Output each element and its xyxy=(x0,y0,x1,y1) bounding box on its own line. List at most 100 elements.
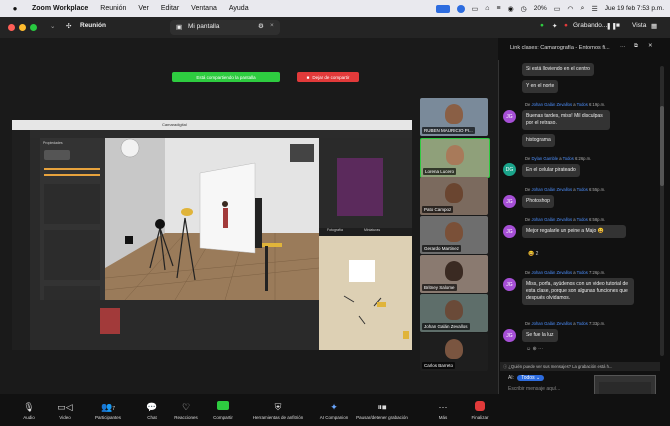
more-options-icon[interactable]: ··· xyxy=(620,44,626,50)
chevron-down-icon[interactable]: ⌄ xyxy=(50,22,55,30)
video-label: Video xyxy=(59,414,71,420)
close-window-button[interactable] xyxy=(8,24,15,31)
chat-scroll-thumb[interactable] xyxy=(660,106,664,186)
close-chat-icon[interactable]: ✕ xyxy=(648,43,653,49)
recipient-name: Todos xyxy=(576,270,588,275)
participant-name: Gerardo Martinez xyxy=(422,245,462,252)
stop-share-button[interactable]: ■ Dejar de compartir xyxy=(297,72,359,82)
recipient-name: Todos xyxy=(576,321,588,326)
message-time: 6:55p.m. xyxy=(589,187,606,192)
macos-menubar: ● Zoom Workplace Reunión Ver Editar Vent… xyxy=(0,0,670,17)
shared-screen[interactable]: Camaradigital Propiedades Fotografía Min… xyxy=(12,120,412,350)
video-button[interactable]: ▭◁ Video xyxy=(50,394,80,426)
floorplan-view[interactable] xyxy=(319,236,412,350)
recording-control-label: Pausar/detener grabación xyxy=(356,414,408,420)
menu-item-ver[interactable]: Ver xyxy=(138,5,149,12)
ai-sparkle-icon[interactable]: ✦ xyxy=(552,22,557,30)
avatar-jg: JG xyxy=(503,195,516,208)
slider-bar-1 xyxy=(44,168,100,170)
message-time: 7:26p.m. xyxy=(589,270,606,275)
tab-settings-icon[interactable]: ⚙ xyxy=(258,22,264,30)
popout-icon[interactable]: ⧉ xyxy=(634,43,638,50)
shared-preview-panel xyxy=(319,138,412,228)
stop-recording-icon[interactable]: ■ xyxy=(616,22,620,29)
participant-video-johan[interactable]: Johan Galán Zevallos xyxy=(420,294,488,332)
search-icon[interactable]: ⌕ xyxy=(581,5,585,13)
tab-label: Mi pantalla xyxy=(188,23,220,30)
more-icon: ⋯ xyxy=(438,401,448,412)
participant-video-carlos[interactable]: Carlos Barreto xyxy=(420,333,488,371)
wifi-icon[interactable]: ◠ xyxy=(567,5,573,13)
tab-miniaturas[interactable]: Miniaturas xyxy=(364,228,380,232)
sender-name: Johan Galán Zevallos xyxy=(531,321,573,326)
participant-video-britney[interactable]: Britney Salome xyxy=(420,255,488,293)
chat-meta: De Johan Galán Zevallos a Todos 7:26p.m. xyxy=(525,270,606,275)
message-time: 6:19p.m. xyxy=(589,102,606,107)
control-center-icon[interactable]: ☰ xyxy=(591,5,597,13)
properties-title: Propiedades xyxy=(43,141,63,145)
participant-video-ruben[interactable]: RUBEN MAURICIO PI... xyxy=(420,98,488,136)
chat-meta: De Johan Galán Zevallos a Todos 6:58p.m. xyxy=(525,217,606,222)
message-actions[interactable]: ☺ ⊕ ··· xyxy=(526,346,543,352)
menu-item-editar[interactable]: Editar xyxy=(161,5,179,12)
minimize-window-button[interactable] xyxy=(19,24,26,31)
recipient-dropdown[interactable]: Todos ⌄ xyxy=(517,375,545,381)
recipient-name: Todos xyxy=(576,187,588,192)
avatar-jg: JG xyxy=(503,225,516,238)
participant-video-gerardo[interactable]: Gerardo Martinez xyxy=(420,216,488,254)
share-button[interactable]: Compartir xyxy=(208,394,238,426)
recording-status[interactable]: Grabando... xyxy=(573,22,607,29)
recipient-value: Todos xyxy=(521,375,535,381)
preview-tabs[interactable]: Fotografía Miniaturas xyxy=(319,228,412,236)
participant-name: Johan Galán Zevallos xyxy=(422,323,470,330)
chat-visibility-notice[interactable]: ⓘ ¿Quién puede ver sus mensajes? La grab… xyxy=(500,362,660,371)
avatar-jg: JG xyxy=(503,329,516,342)
timer-icon[interactable]: ◷ xyxy=(521,5,527,13)
meeting-info-icon[interactable]: ✣ xyxy=(66,22,71,30)
audio-button[interactable]: 🎙 Audio xyxy=(14,394,44,426)
stop-share-label: Dejar de compartir xyxy=(312,74,350,80)
avatar-jg: JG xyxy=(503,278,516,291)
menu-app-name[interactable]: Zoom Workplace xyxy=(32,5,88,12)
close-tab-icon[interactable]: × xyxy=(270,22,274,29)
menu-item-ayuda[interactable]: Ayuda xyxy=(229,5,249,12)
record-tray-icon[interactable]: ◉ xyxy=(508,5,514,13)
participant-name: Britney Salome xyxy=(422,284,457,291)
chat-button[interactable]: 💬 Chat xyxy=(138,394,166,426)
more-button[interactable]: ⋯ Más xyxy=(430,394,456,426)
menu-extra-icon[interactable]: ≡ xyxy=(496,5,500,12)
host-tools-label: Herramientas de anfitrión xyxy=(252,414,304,420)
menu-item-ventana[interactable]: Ventana xyxy=(191,5,217,12)
chat-scrollbar[interactable] xyxy=(660,66,664,356)
share-label: Compartir xyxy=(213,414,233,420)
shared-window-title: Camaradigital xyxy=(162,122,187,127)
zoom-tray-icon[interactable] xyxy=(456,4,465,13)
recording-control-button[interactable]: ⏸⏹ Pausar/detener grabación xyxy=(352,394,412,426)
participant-video-lorena[interactable]: Lorena Lucero xyxy=(420,138,490,178)
shared-app-toolbar xyxy=(30,130,412,138)
apple-icon[interactable]: ● xyxy=(10,4,20,13)
display-icon[interactable]: ▭ xyxy=(472,5,479,13)
message-time: 6:58p.m. xyxy=(589,217,606,222)
reactions-button[interactable]: ♡ Reacciones xyxy=(168,394,204,426)
participants-button[interactable]: 👥7 Participantes xyxy=(88,394,128,426)
studio-viewport[interactable] xyxy=(105,138,319,300)
lock-icon[interactable]: ⌂ xyxy=(485,5,489,12)
security-shield-icon[interactable]: ● xyxy=(540,22,544,29)
tab-fotografia[interactable]: Fotografía xyxy=(327,228,343,232)
view-grid-icon[interactable]: ▦ xyxy=(651,22,657,30)
ai-companion-button[interactable]: ✦ AI Companion xyxy=(314,394,354,426)
view-button[interactable]: Vista xyxy=(632,22,646,29)
reaction-count: 2 xyxy=(535,251,539,257)
participant-video-pato[interactable]: Pato Campoz xyxy=(420,177,488,215)
end-meeting-button[interactable]: Finalizar xyxy=(466,394,494,426)
menu-item-reunion[interactable]: Reunión xyxy=(100,5,126,12)
sharing-banner[interactable]: Está compartiendo la pantalla xyxy=(172,72,280,82)
participant-name: Lorena Lucero xyxy=(423,168,457,175)
meeting-label[interactable]: Reunión xyxy=(80,22,106,29)
zoom-window-button[interactable] xyxy=(30,24,37,31)
host-tools-button[interactable]: ⛨ Herramientas de anfitrión xyxy=(246,394,310,426)
battery-icon[interactable]: ▭ xyxy=(554,5,561,13)
zoom-share-tray-icon[interactable] xyxy=(435,4,450,13)
reaction-badge[interactable]: 😆 2 xyxy=(528,251,538,257)
